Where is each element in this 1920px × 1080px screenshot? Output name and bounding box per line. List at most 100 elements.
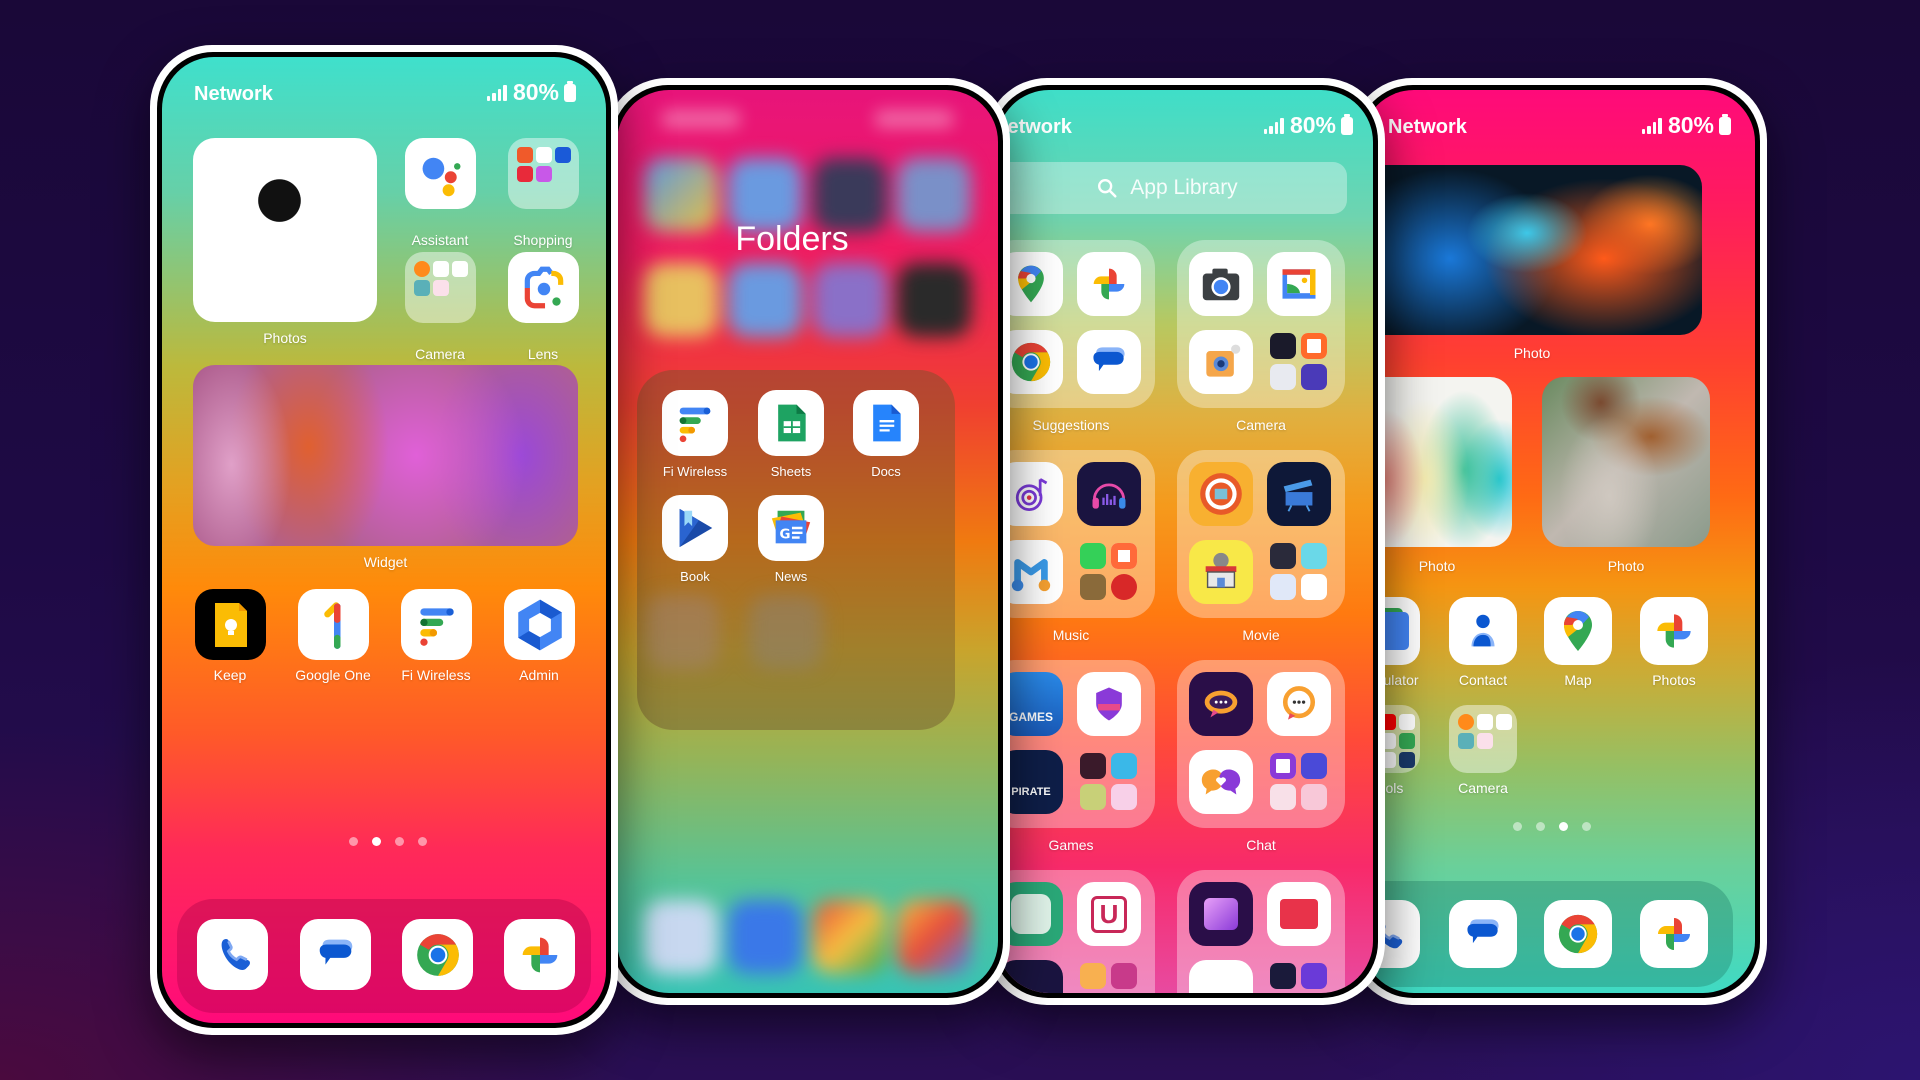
- page-dot-active[interactable]: [1559, 822, 1568, 831]
- page-dot[interactable]: [1536, 822, 1545, 831]
- phone-screen: Network 80% App Library Suggestions Came…: [997, 90, 1373, 993]
- movie-more-apps[interactable]: [1267, 540, 1331, 604]
- folder-camera[interactable]: [1449, 705, 1517, 773]
- app-admin[interactable]: [504, 589, 575, 660]
- phone-icon: [211, 933, 255, 977]
- dock-messages[interactable]: [300, 919, 371, 990]
- status-bar: Network 80%: [162, 79, 606, 109]
- category-movie[interactable]: [1177, 450, 1345, 618]
- page-indicator[interactable]: [349, 837, 427, 846]
- app-label: Google One: [295, 667, 371, 683]
- page-dot[interactable]: [395, 837, 404, 846]
- folder-shopping[interactable]: [508, 138, 579, 209]
- app-chat-bubble[interactable]: [1189, 672, 1253, 736]
- app-clapper[interactable]: [1267, 462, 1331, 526]
- page-dot-active[interactable]: [372, 837, 381, 846]
- category-utilities[interactable]: U: [997, 870, 1155, 993]
- category-suggestions[interactable]: [997, 240, 1155, 408]
- google-maps-icon: [1009, 262, 1053, 306]
- dock-messages[interactable]: [1449, 900, 1517, 968]
- app-cinema[interactable]: [1189, 462, 1253, 526]
- messages-icon: [313, 932, 359, 978]
- chrome-icon: [1008, 339, 1054, 385]
- category-camera[interactable]: [1177, 240, 1345, 408]
- app-chat-love[interactable]: [1189, 750, 1253, 814]
- signal-icon: [1263, 117, 1284, 134]
- phone-mockup-home: Network 80% Photos Assistant Shopping Ca…: [150, 45, 618, 1035]
- shopping-more-apps[interactable]: [1267, 960, 1331, 993]
- carrier-label: Network: [194, 83, 273, 105]
- store-heart-icon: [1280, 899, 1318, 929]
- app-photos[interactable]: [1640, 597, 1708, 665]
- app-book[interactable]: [662, 495, 728, 561]
- app-delivery[interactable]: [1189, 960, 1253, 993]
- folder-camera[interactable]: [405, 252, 476, 323]
- app-label: Fi Wireless: [662, 464, 728, 479]
- app-keep[interactable]: [195, 589, 266, 660]
- widget-label: Widget: [363, 554, 408, 570]
- page-indicator[interactable]: [1513, 822, 1591, 831]
- app-store-heart[interactable]: [1267, 882, 1331, 946]
- app-label: Keep: [213, 667, 247, 683]
- category-shopping[interactable]: [1177, 870, 1345, 993]
- status-bar: Network 80%: [997, 112, 1373, 142]
- signal-icon: [1641, 117, 1662, 134]
- page-dot[interactable]: [418, 837, 427, 846]
- app-camera[interactable]: [1189, 252, 1253, 316]
- dock-chrome[interactable]: [1544, 900, 1612, 968]
- app-fi-wireless[interactable]: [401, 589, 472, 660]
- app-contact[interactable]: [1449, 597, 1517, 665]
- app-label: Assistant: [411, 232, 469, 248]
- battery-percent: 80%: [1667, 112, 1714, 138]
- app-photos[interactable]: [1077, 252, 1141, 316]
- dock-chrome[interactable]: [402, 919, 473, 990]
- photo-widget-ink[interactable]: [1362, 165, 1702, 335]
- music-note-icon: [1011, 559, 1051, 592]
- games-more-apps[interactable]: [1077, 750, 1141, 814]
- app-label: Photos: [1652, 672, 1696, 688]
- google-admin-icon: [517, 599, 562, 650]
- category-label: Movie: [1242, 627, 1280, 643]
- app-news[interactable]: G: [758, 495, 824, 561]
- app-photo-camera[interactable]: [1189, 330, 1253, 394]
- app-poison[interactable]: [1077, 672, 1141, 736]
- app-z[interactable]: [999, 960, 1063, 993]
- photo-widget-violin[interactable]: [1542, 377, 1710, 547]
- dock-photos[interactable]: [1640, 900, 1708, 968]
- category-chat[interactable]: [1177, 660, 1345, 828]
- app-gallery[interactable]: [1267, 252, 1331, 316]
- app-shopping-bag[interactable]: [1189, 882, 1253, 946]
- app-chat-ring[interactable]: [1267, 672, 1331, 736]
- folder-label: Camera: [1458, 780, 1508, 796]
- page-dot[interactable]: [349, 837, 358, 846]
- app-headphones[interactable]: [1077, 462, 1141, 526]
- dock-phone[interactable]: [197, 919, 268, 990]
- chat-more-apps[interactable]: [1267, 750, 1331, 814]
- app-messages[interactable]: [1077, 330, 1141, 394]
- page-dot[interactable]: [1513, 822, 1522, 831]
- app-google-one[interactable]: [298, 589, 369, 660]
- app-sheets[interactable]: [758, 390, 824, 456]
- category-music[interactable]: [997, 450, 1155, 618]
- app-docs[interactable]: [853, 390, 919, 456]
- page-dot[interactable]: [1582, 822, 1591, 831]
- headphones-icon: [1092, 483, 1126, 509]
- camera-more-apps[interactable]: [1267, 330, 1331, 394]
- widget-photo[interactable]: [193, 365, 578, 546]
- phone-bezel: Network 80% Photo Photo Photo Calculator…: [1357, 85, 1760, 998]
- app-u-phone[interactable]: U: [1077, 882, 1141, 946]
- app-map[interactable]: [1544, 597, 1612, 665]
- app-library-search[interactable]: App Library: [997, 162, 1347, 214]
- u-phone-icon: U: [1090, 895, 1128, 933]
- dock-photos[interactable]: [504, 919, 575, 990]
- photos-widget[interactable]: [193, 138, 377, 322]
- google-photos-icon: [1649, 606, 1699, 656]
- app-fi-wireless[interactable]: [662, 390, 728, 456]
- app-lens[interactable]: [508, 252, 579, 323]
- utilities-more-apps[interactable]: [1077, 960, 1141, 993]
- music-more-apps[interactable]: [1077, 540, 1141, 604]
- app-assistant[interactable]: [405, 138, 476, 209]
- app-cinema-house[interactable]: [1189, 540, 1253, 604]
- folder-title: Folders: [735, 220, 849, 258]
- category-games[interactable]: GAMES PIRATE: [997, 660, 1155, 828]
